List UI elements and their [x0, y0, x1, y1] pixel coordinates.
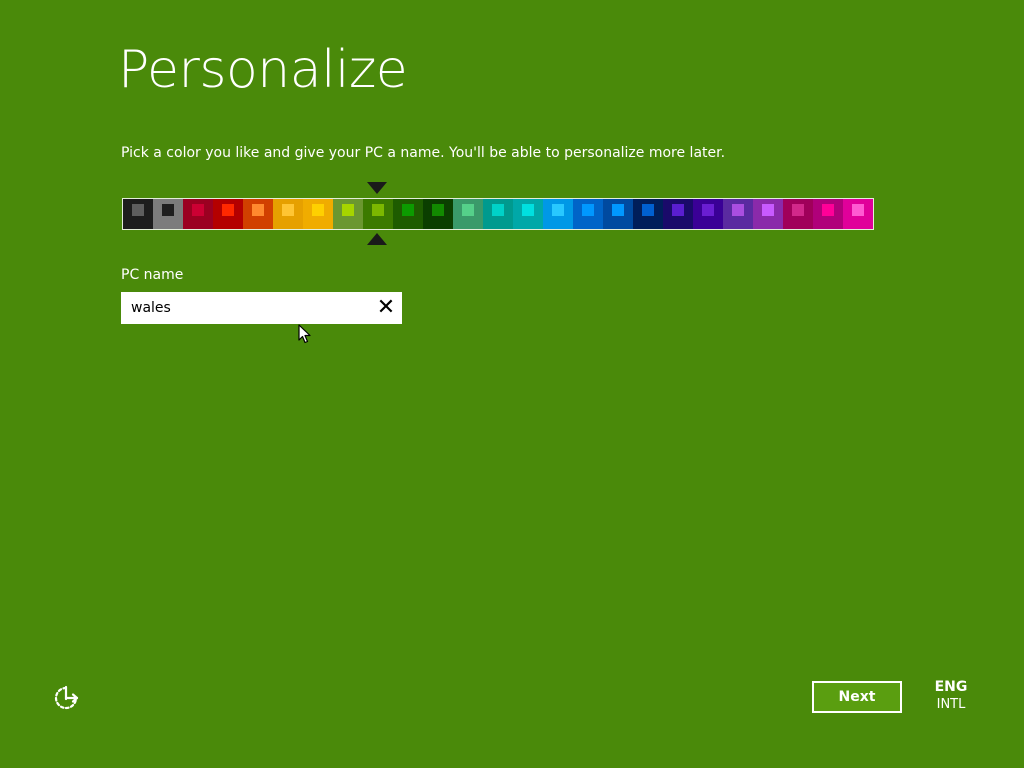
color-swatch-accent — [792, 204, 804, 216]
color-swatch[interactable] — [573, 199, 603, 229]
color-swatch-accent — [342, 204, 354, 216]
color-swatch[interactable] — [333, 199, 363, 229]
color-swatch-accent — [612, 204, 624, 216]
color-swatch[interactable] — [753, 199, 783, 229]
color-swatch[interactable] — [213, 199, 243, 229]
color-swatch-accent — [252, 204, 264, 216]
color-swatch-accent — [762, 204, 774, 216]
color-swatch[interactable] — [783, 199, 813, 229]
color-swatch[interactable] — [363, 199, 393, 229]
color-swatch[interactable] — [393, 199, 423, 229]
color-swatch-accent — [462, 204, 474, 216]
color-swatch[interactable] — [603, 199, 633, 229]
color-swatch-accent — [222, 204, 234, 216]
color-picker[interactable] — [122, 198, 874, 230]
color-swatch[interactable] — [153, 199, 183, 229]
color-swatch[interactable] — [513, 199, 543, 229]
language-indicator[interactable]: ENG INTL — [930, 678, 972, 714]
color-swatch-accent — [492, 204, 504, 216]
color-swatch-accent — [282, 204, 294, 216]
next-button[interactable]: Next — [812, 681, 902, 713]
color-swatch[interactable] — [183, 199, 213, 229]
selected-color-top-marker — [367, 182, 387, 194]
mouse-pointer-icon — [298, 324, 311, 344]
color-swatch[interactable] — [453, 199, 483, 229]
instruction-text: Pick a color you like and give your PC a… — [121, 145, 726, 161]
color-swatch-accent — [732, 204, 744, 216]
clear-text-button[interactable]: ✕ — [376, 297, 396, 319]
page-title: Personalize — [118, 40, 408, 100]
color-swatch-accent — [162, 204, 174, 216]
color-swatch-accent — [552, 204, 564, 216]
color-swatch-accent — [822, 204, 834, 216]
keyboard-layout: INTL — [936, 697, 966, 712]
color-swatch-accent — [522, 204, 534, 216]
pc-name-field[interactable]: ✕ — [121, 292, 402, 324]
color-swatch[interactable] — [843, 199, 873, 229]
ease-of-access-icon[interactable] — [52, 684, 80, 712]
color-swatch[interactable] — [423, 199, 453, 229]
color-swatch[interactable] — [123, 199, 153, 229]
color-swatch-accent — [642, 204, 654, 216]
color-swatch[interactable] — [663, 199, 693, 229]
color-swatch-accent — [582, 204, 594, 216]
pc-name-input[interactable] — [121, 292, 361, 324]
color-swatch-accent — [432, 204, 444, 216]
color-swatch[interactable] — [723, 199, 753, 229]
selected-color-bottom-marker — [367, 233, 387, 245]
color-swatch-accent — [372, 204, 384, 216]
color-swatch[interactable] — [633, 199, 663, 229]
color-swatch[interactable] — [483, 199, 513, 229]
color-swatch[interactable] — [303, 199, 333, 229]
color-swatch-accent — [132, 204, 144, 216]
color-swatch[interactable] — [273, 199, 303, 229]
color-swatch-accent — [192, 204, 204, 216]
color-swatch[interactable] — [243, 199, 273, 229]
personalize-screen: Personalize Pick a color you like and gi… — [0, 0, 1024, 768]
color-swatch-accent — [312, 204, 324, 216]
color-swatch[interactable] — [693, 199, 723, 229]
color-swatch-accent — [702, 204, 714, 216]
color-swatch[interactable] — [543, 199, 573, 229]
color-swatch[interactable] — [813, 199, 843, 229]
language-code: ENG — [934, 679, 968, 695]
color-swatch-accent — [672, 204, 684, 216]
color-swatch-accent — [402, 204, 414, 216]
color-swatch-accent — [852, 204, 864, 216]
pc-name-label: PC name — [121, 267, 184, 283]
